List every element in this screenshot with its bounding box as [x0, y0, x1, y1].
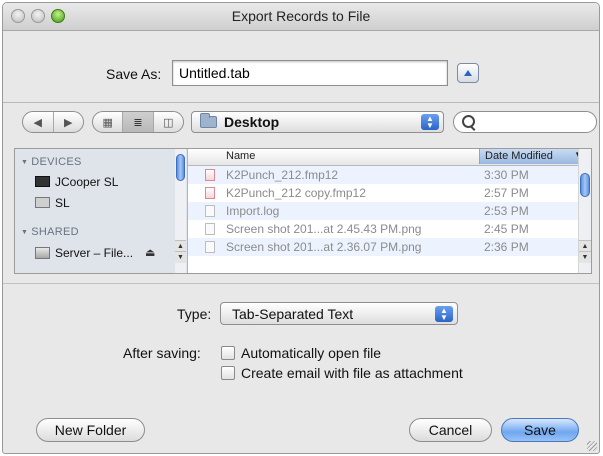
view-mode-buttons: ▦ ≣ ◫: [92, 111, 184, 133]
document-icon: [205, 205, 215, 217]
divider: [3, 283, 599, 284]
type-label: Type:: [177, 306, 212, 322]
image-file-icon: [205, 223, 215, 235]
icon-view-button[interactable]: ▦: [93, 112, 124, 132]
list-view-button[interactable]: ≣: [123, 112, 154, 132]
file-list: Name Date Modified▼ K2Punch_212.fmp12 3:…: [188, 149, 591, 273]
collapse-browser-button[interactable]: [457, 63, 479, 83]
sidebar-item-server[interactable]: Server – File...: [35, 244, 133, 262]
search-icon: [462, 115, 475, 128]
scroll-down-arrow[interactable]: ▼: [579, 251, 591, 263]
sidebar: DEVICES JCooper SL SL SHARED Server – Fi…: [15, 149, 188, 273]
filemaker-file-icon: [205, 169, 215, 181]
file-row[interactable]: Screen shot 201...at 2.36.07 PM.png 2:36…: [188, 238, 579, 256]
create-email-label[interactable]: Create email with file as attachment: [241, 365, 463, 381]
file-list-header: Name Date Modified▼: [188, 149, 586, 166]
image-file-icon: [205, 241, 215, 253]
file-type-value: Tab-Separated Text: [232, 306, 354, 322]
export-dialog-window: Export Records to File Save As: ◀ ▶ ▦ ≣ …: [2, 2, 600, 454]
title-bar: Export Records to File: [3, 3, 599, 31]
save-as-label: Save As:: [106, 66, 162, 82]
save-button[interactable]: Save: [501, 418, 579, 442]
sidebar-item-jcooper-sl[interactable]: JCooper SL: [35, 173, 118, 191]
disk-icon: [35, 197, 50, 209]
file-list-scrollbar[interactable]: ▲ ▼: [578, 149, 591, 273]
location-label: Desktop: [224, 114, 280, 130]
auto-open-checkbox[interactable]: [221, 346, 235, 360]
file-type-popup[interactable]: Tab-Separated Text ▲ ▼: [220, 302, 458, 325]
popup-arrows-icon: ▲ ▼: [421, 114, 439, 130]
sidebar-scrollbar[interactable]: ▲ ▼: [175, 149, 186, 273]
network-server-icon: [35, 246, 50, 259]
popup-arrows-icon: ▲ ▼: [435, 306, 453, 322]
location-popup[interactable]: Desktop ▲ ▼: [191, 111, 444, 133]
column-view-button[interactable]: ◫: [154, 112, 183, 132]
eject-icon[interactable]: ⏏: [145, 246, 155, 259]
auto-open-label[interactable]: Automatically open file: [241, 345, 381, 361]
devices-heading: DEVICES: [21, 156, 82, 168]
new-folder-button[interactable]: New Folder: [36, 418, 145, 442]
name-column-header[interactable]: Name: [226, 150, 255, 162]
after-saving-label: After saving:: [123, 345, 201, 361]
search-field[interactable]: [453, 111, 597, 133]
create-email-checkbox[interactable]: [221, 366, 235, 380]
file-row[interactable]: Import.log 2:53 PM: [188, 202, 579, 220]
scroll-down-arrow[interactable]: ▼: [175, 251, 186, 263]
window-title: Export Records to File: [231, 8, 371, 24]
file-row[interactable]: K2Punch_212 copy.fmp12 2:57 PM: [188, 184, 579, 202]
forward-button[interactable]: ▶: [54, 112, 84, 132]
date-modified-column-header[interactable]: Date Modified▼: [479, 149, 586, 164]
back-button[interactable]: ◀: [23, 112, 54, 132]
file-row[interactable]: Screen shot 201...at 2.45.43 PM.png 2:45…: [188, 220, 579, 238]
cancel-button[interactable]: Cancel: [409, 418, 492, 442]
filemaker-file-icon: [205, 187, 215, 199]
back-forward-buttons: ◀ ▶: [22, 111, 84, 133]
shared-heading: SHARED: [21, 226, 79, 238]
resize-grip[interactable]: [587, 441, 597, 451]
divider: [3, 102, 599, 103]
sidebar-scroll-thumb[interactable]: [176, 154, 185, 181]
sidebar-item-sl[interactable]: SL: [35, 194, 70, 212]
file-row[interactable]: K2Punch_212.fmp12 3:30 PM: [188, 166, 579, 184]
file-browser: DEVICES JCooper SL SL SHARED Server – Fi…: [14, 148, 592, 274]
file-list-scroll-thumb[interactable]: [580, 173, 590, 197]
folder-icon: [200, 113, 217, 128]
computer-icon: [35, 176, 50, 188]
save-as-filename-input[interactable]: [172, 60, 448, 86]
